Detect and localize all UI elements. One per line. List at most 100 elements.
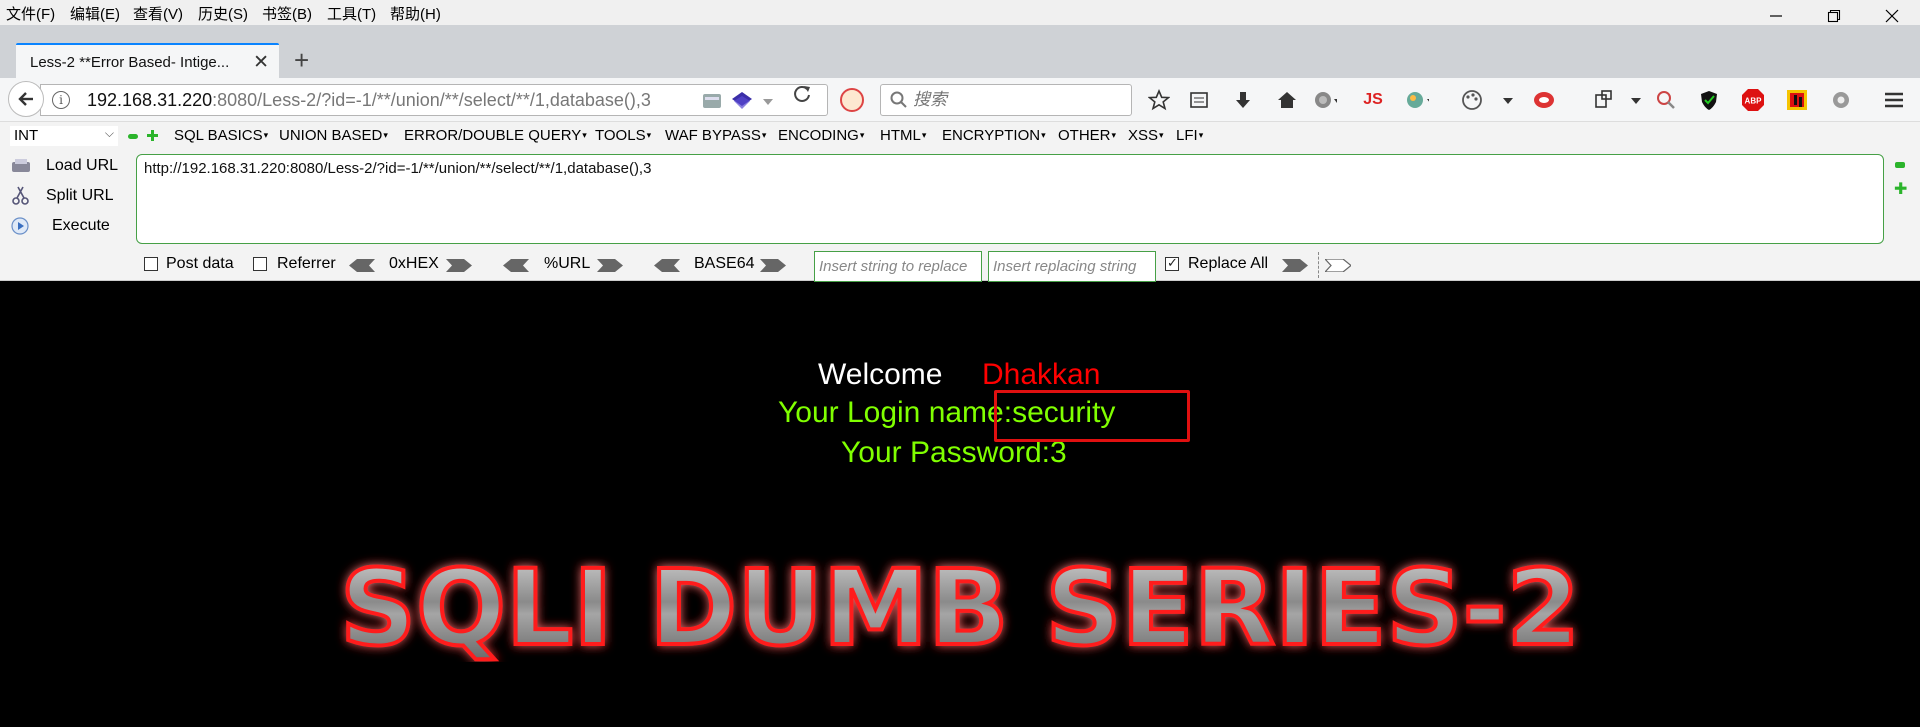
- layers-icon[interactable]: [731, 91, 753, 111]
- select-value: INT: [14, 127, 39, 144]
- tab-title: Less-2 **Error Based- Intige...: [30, 54, 230, 71]
- search-icon: [890, 91, 907, 108]
- collapse-icon[interactable]: [128, 134, 138, 139]
- menu-waf-bypass[interactable]: WAF BYPASS: [665, 127, 766, 144]
- menu-xss[interactable]: XSS: [1128, 127, 1164, 144]
- page-content: Welcome Dhakkan Your Login name:security…: [0, 282, 1920, 727]
- replace-all-label: Replace All: [1188, 255, 1269, 272]
- svg-text:ABP: ABP: [1745, 97, 1763, 106]
- replace-arrow-icon[interactable]: [1282, 259, 1308, 272]
- search-input[interactable]: [913, 89, 1123, 111]
- url-path: :8080/Less-2/?id=-1/**/union/**/select/*…: [212, 90, 651, 110]
- back-arrow-icon: [18, 92, 33, 106]
- tab-close-icon[interactable]: ✕: [253, 51, 269, 74]
- hackbar-url-textarea[interactable]: http://192.168.31.220:8080/Less-2/?id=-1…: [136, 154, 1884, 244]
- hackbar-type-select[interactable]: INT ⌵: [10, 126, 118, 146]
- zoom-icon[interactable]: [1654, 88, 1678, 112]
- post-data-checkbox[interactable]: [144, 257, 158, 271]
- url-bar[interactable]: i 192.168.31.220:8080/Less-2/?id=-1/**/u…: [40, 84, 828, 116]
- screenshot-icon[interactable]: [1592, 88, 1616, 112]
- split-url-label: Split URL: [46, 187, 114, 204]
- base64-label: BASE64: [694, 255, 755, 272]
- reload-button[interactable]: [792, 84, 812, 110]
- url-tools: [701, 91, 775, 111]
- menu-tools[interactable]: 工具(T): [327, 3, 376, 24]
- extension-n-icon[interactable]: [1785, 88, 1809, 112]
- shield-icon[interactable]: [1697, 88, 1721, 112]
- execute-button[interactable]: Execute: [10, 216, 110, 236]
- hamburger-menu-icon[interactable]: [1882, 88, 1906, 112]
- url-host: 192.168.31.220: [87, 90, 213, 110]
- minimize-icon: [1770, 15, 1782, 17]
- replace-all-arrow-icon[interactable]: [1325, 259, 1351, 272]
- menu-history[interactable]: 历史(S): [198, 3, 248, 24]
- menu-encryption[interactable]: ENCRYPTION: [942, 127, 1046, 144]
- options-divider: [1318, 252, 1319, 278]
- palette-dropdown-icon[interactable]: [1496, 88, 1520, 112]
- menu-other[interactable]: OTHER: [1058, 127, 1116, 144]
- annotation-highlight-box: [994, 390, 1190, 442]
- menu-help[interactable]: 帮助(H): [390, 3, 441, 24]
- new-tab-button[interactable]: +: [294, 45, 309, 76]
- replace-string-input[interactable]: [814, 251, 982, 282]
- url-decode-arrow-icon[interactable]: [503, 259, 529, 272]
- menu-bar: 文件(F) 编辑(E) 查看(V) 历史(S) 书签(B) 工具(T) 帮助(H…: [0, 0, 1920, 25]
- menu-bookmarks[interactable]: 书签(B): [262, 3, 312, 24]
- menu-view[interactable]: 查看(V): [133, 3, 183, 24]
- base64-decode-arrow-icon[interactable]: [654, 259, 680, 272]
- menu-union-based[interactable]: UNION BASED: [279, 127, 388, 144]
- load-url-button[interactable]: Load URL: [10, 156, 118, 176]
- replace-all-checkbox[interactable]: [1165, 255, 1179, 271]
- sqli-dumb-series-banner: SQLI DUMB SERIES-2: [338, 552, 1582, 662]
- noscript-icon[interactable]: [840, 88, 864, 112]
- hex-encode-arrow-icon[interactable]: [446, 259, 472, 272]
- page-action-icon[interactable]: [701, 91, 723, 111]
- menu-tools[interactable]: TOOLS: [595, 127, 651, 144]
- bookmark-star-icon[interactable]: [1147, 88, 1171, 112]
- tab-active[interactable]: Less-2 **Error Based- Intige... ✕: [16, 43, 279, 80]
- menu-sql-basics[interactable]: SQL BASICS: [174, 127, 268, 144]
- toolbar-dropdown-icon[interactable]: [1624, 88, 1648, 112]
- adblock-icon[interactable]: ABP: [1741, 88, 1765, 112]
- play-icon: [11, 217, 29, 235]
- restore-icon: [1827, 9, 1841, 23]
- globe-icon[interactable]: [1313, 88, 1337, 112]
- download-icon[interactable]: [1231, 88, 1255, 112]
- base64-encode-arrow-icon[interactable]: [760, 259, 786, 272]
- shrink-textarea-icon[interactable]: [1895, 162, 1905, 168]
- hex-decode-arrow-icon[interactable]: [349, 259, 375, 272]
- reading-list-icon[interactable]: [1187, 88, 1211, 112]
- referrer-checkbox[interactable]: [253, 257, 267, 271]
- expand-icon[interactable]: [147, 130, 158, 141]
- menu-edit[interactable]: 编辑(E): [70, 3, 120, 24]
- referrer-label: Referrer: [277, 255, 336, 272]
- menu-lfi[interactable]: LFI: [1176, 127, 1203, 144]
- hackbar-options: Post data Referrer 0xHEX %URL BASE64 Rep…: [0, 250, 1920, 282]
- palette-icon[interactable]: [1460, 88, 1484, 112]
- menu-html[interactable]: HTML: [880, 127, 926, 144]
- back-button[interactable]: [8, 81, 44, 117]
- navigation-bar: i 192.168.31.220:8080/Less-2/?id=-1/**/u…: [0, 78, 1920, 122]
- menu-file[interactable]: 文件(F): [6, 3, 55, 24]
- menu-error-double-query[interactable]: ERROR/DOUBLE QUERY: [404, 127, 587, 144]
- site-info-icon[interactable]: i: [52, 91, 70, 109]
- dropdown-arrow-icon[interactable]: [761, 91, 775, 111]
- load-url-label: Load URL: [46, 157, 119, 174]
- sync-tabs-icon[interactable]: [1532, 88, 1556, 112]
- replacing-string-input[interactable]: [988, 251, 1156, 282]
- menu-encoding[interactable]: ENCODING: [778, 127, 864, 144]
- grow-textarea-icon[interactable]: ✚: [1894, 179, 1907, 199]
- url-encode-arrow-icon[interactable]: [597, 259, 623, 272]
- search-box[interactable]: [880, 84, 1132, 116]
- banner-text: SQLI DUMB SERIES-2: [340, 552, 1580, 662]
- username-text: Dhakkan: [982, 358, 1101, 391]
- url-text[interactable]: 192.168.31.220:8080/Less-2/?id=-1/**/uni…: [87, 90, 651, 111]
- tab-bar: Less-2 **Error Based- Intige... ✕ +: [0, 25, 1920, 80]
- js-switch-icon[interactable]: JS: [1361, 88, 1385, 112]
- settings-gear-icon[interactable]: [1829, 88, 1853, 112]
- welcome-text: Welcome: [818, 358, 943, 391]
- reload-icon: [794, 86, 810, 102]
- extension-globe-icon[interactable]: [1405, 88, 1429, 112]
- home-icon[interactable]: [1275, 88, 1299, 112]
- split-url-button[interactable]: Split URL: [10, 186, 114, 206]
